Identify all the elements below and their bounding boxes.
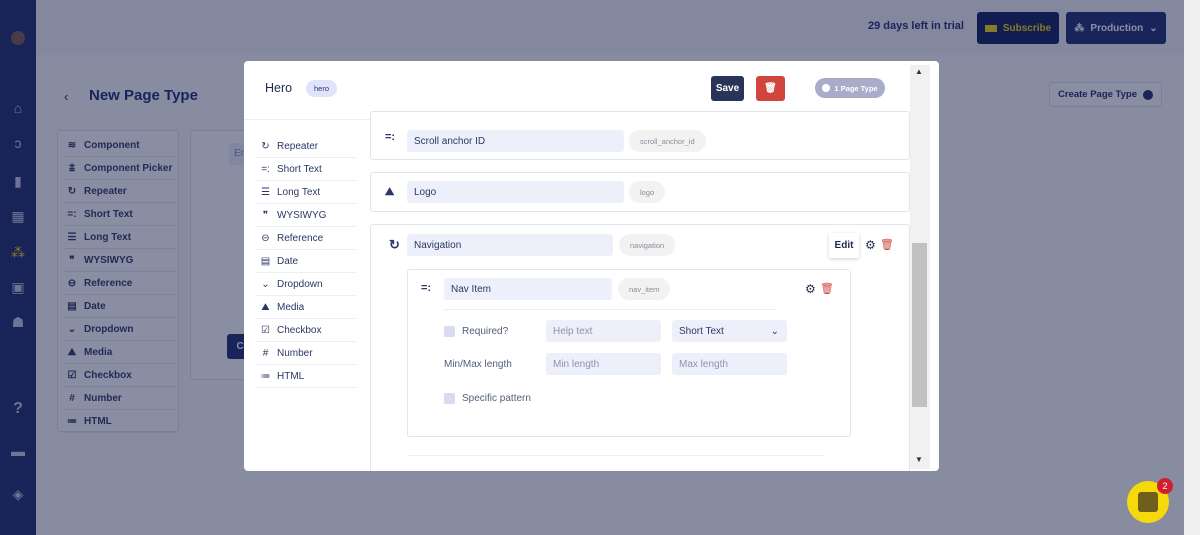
chat-icon	[1138, 492, 1158, 512]
scroll-down-icon[interactable]: ▼	[915, 455, 923, 464]
modal-field-type-html[interactable]: ≔ HTML	[256, 365, 356, 388]
chevron-down-icon: ⌄	[261, 278, 270, 290]
modal-field-type-repeater[interactable]: ↻ Repeater	[256, 135, 356, 158]
quote-icon: ❞	[262, 209, 269, 221]
modal-field-type-media[interactable]: ⛰ Media	[256, 296, 356, 319]
image-icon: ⛰	[385, 186, 395, 198]
minmax-label: Min/Max length	[444, 359, 512, 370]
scroll-thumb[interactable]	[912, 243, 927, 407]
page-scrollbar[interactable]	[1184, 0, 1200, 535]
min-length-input[interactable]: Min length	[546, 353, 661, 375]
notification-badge: 2	[1157, 478, 1173, 494]
type-select[interactable]: Short Text ⌄	[672, 320, 787, 342]
short-text-icon: =:	[421, 282, 432, 294]
component-modal: Hero hero Save 🗑 1 Page Type ↻ Repeater =:…	[244, 61, 939, 471]
field-slug: logo	[629, 181, 666, 203]
modal-field-type-reference[interactable]: ⊖ Reference	[256, 227, 356, 250]
max-length-input[interactable]: Max length	[672, 353, 787, 375]
modal-field-type-number[interactable]: # Number	[256, 342, 356, 365]
edit-button[interactable]: Edit	[829, 233, 859, 258]
field-slug: navigation	[619, 234, 676, 256]
modal-field-type-checkbox[interactable]: ☑ Checkbox	[256, 319, 356, 342]
modal-field-type-dropdown[interactable]: ⌄ Dropdown	[256, 273, 356, 296]
modal-field-type-date[interactable]: ▤ Date	[256, 250, 356, 273]
required-checkbox[interactable]	[444, 326, 455, 337]
field-card: ⛰ Logo logo	[370, 172, 910, 212]
field-slug: nav_item	[618, 278, 671, 300]
short-text-icon: =:	[385, 131, 396, 143]
field-name-input[interactable]: Nav Item	[444, 278, 612, 300]
info-icon	[822, 84, 831, 92]
calendar-icon: ▤	[260, 255, 271, 267]
field-name-input[interactable]: Navigation	[407, 234, 613, 256]
modal-field-type-wysiwyg[interactable]: ❞ WYSIWYG	[256, 204, 356, 227]
chevron-down-icon: ⌄	[770, 325, 779, 337]
modal-title: Hero	[265, 81, 293, 95]
scroll-up-icon[interactable]: ▲	[915, 67, 923, 76]
gear-icon[interactable]: ⚙	[865, 238, 876, 252]
modal-scrollbar[interactable]: ▲ ▼	[910, 65, 930, 469]
short-text-icon: =:	[261, 163, 270, 175]
repeat-icon: ↻	[261, 140, 270, 152]
link-icon: ⊖	[261, 232, 270, 244]
divider	[407, 455, 823, 456]
long-text-icon: ☰	[261, 186, 270, 198]
chat-button[interactable]: 2	[1127, 478, 1173, 523]
checkbox-icon: ☑	[261, 324, 270, 336]
gear-icon[interactable]: ⚙	[805, 282, 816, 296]
page-type-badge[interactable]: 1 Page Type	[815, 78, 885, 98]
save-button[interactable]: Save	[711, 76, 744, 101]
required-label: Required?	[462, 326, 509, 337]
pattern-checkbox[interactable]	[444, 393, 455, 404]
hash-icon: #	[262, 347, 269, 359]
field-name-input[interactable]: Logo	[407, 181, 624, 203]
field-slug: scroll_anchor_id	[629, 130, 706, 152]
trash-icon[interactable]: 🗑	[880, 238, 894, 251]
field-card-navigation: ↻ Navigation navigation Edit ⚙ 🗑 =: Nav …	[370, 224, 910, 471]
repeat-icon: ↻	[389, 237, 400, 252]
modal-field-type-long-text[interactable]: ☰ Long Text	[256, 181, 356, 204]
image-icon: ⛰	[261, 301, 270, 313]
slug-badge: hero	[306, 80, 338, 97]
field-card: =: Scroll anchor ID scroll_anchor_id	[370, 111, 910, 160]
trash-icon[interactable]: 🗑	[820, 282, 834, 295]
list-icon: ≔	[260, 370, 271, 382]
field-name-input[interactable]: Scroll anchor ID	[407, 130, 624, 152]
help-text-input[interactable]: Help text	[546, 320, 661, 342]
modal-field-type-short-text[interactable]: =: Short Text	[256, 158, 356, 181]
delete-button[interactable]: 🗑	[756, 76, 785, 101]
pattern-label: Specific pattern	[462, 393, 531, 404]
divider	[444, 309, 776, 310]
trash-icon: 🗑	[764, 83, 777, 94]
nav-item-card: =: Nav Item nav_item ⚙ 🗑 Required? Help …	[407, 269, 851, 437]
